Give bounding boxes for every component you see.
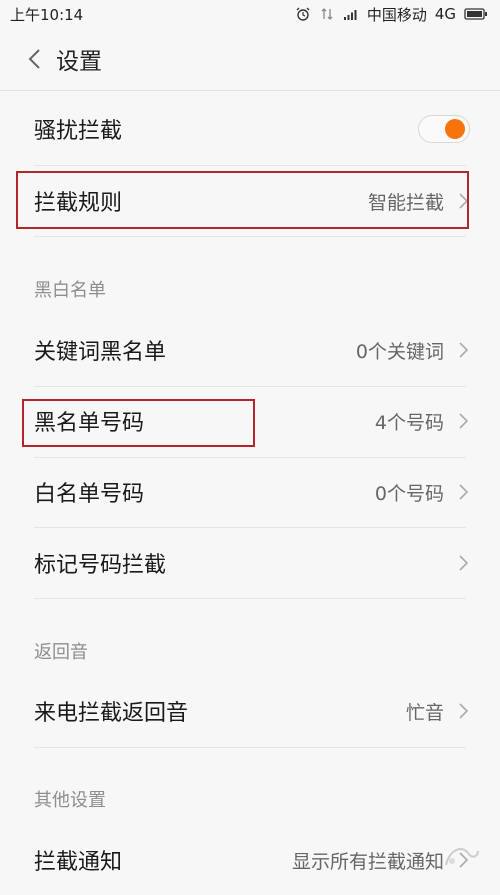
- toggle-knob: [445, 119, 465, 139]
- keyword-blacklist-value: 0个关键词: [355, 340, 444, 363]
- marked-numbers-row[interactable]: 标记号码拦截: [0, 528, 500, 598]
- signal-icon: [343, 7, 359, 21]
- block-notify-label: 拦截通知: [34, 850, 123, 875]
- data-transfer-icon: [319, 7, 335, 21]
- harass-block-label: 骚扰拦截: [34, 119, 123, 144]
- busy-tone-row[interactable]: 来电拦截返回音 忙音: [0, 676, 500, 746]
- whitelist-numbers-row[interactable]: 白名单号码 0个号码: [0, 457, 500, 527]
- block-rules-label: 拦截规则: [34, 191, 123, 216]
- chevron-right-icon: [458, 701, 470, 721]
- chevron-right-icon: [458, 340, 470, 360]
- harass-block-row[interactable]: 骚扰拦截: [0, 94, 500, 164]
- back-arrow-icon[interactable]: [12, 37, 56, 81]
- block-rules-value: 智能拦截: [367, 191, 444, 214]
- chevron-right-icon: [458, 482, 470, 502]
- keyword-blacklist-row[interactable]: 关键词黑名单 0个关键词: [0, 315, 500, 385]
- busy-tone-label: 来电拦截返回音: [34, 701, 189, 726]
- alarm-icon: [295, 7, 311, 21]
- chevron-right-icon: [458, 191, 470, 211]
- chevron-right-icon: [458, 553, 470, 573]
- busy-tone-value: 忙音: [405, 701, 444, 724]
- keyword-blacklist-label: 关键词黑名单: [34, 340, 167, 365]
- whitelist-numbers-value: 0个号码: [374, 482, 444, 505]
- watermark-logo-icon: [442, 841, 482, 871]
- blacklist-numbers-row[interactable]: 黑名单号码 4个号码: [0, 386, 500, 456]
- section-header-other: 其他设置: [34, 790, 106, 811]
- block-notify-row[interactable]: 拦截通知 显示所有拦截通知: [0, 825, 500, 895]
- divider: [34, 747, 466, 748]
- carrier-name: 中国移动: [366, 5, 427, 24]
- marked-numbers-label: 标记号码拦截: [34, 553, 167, 578]
- battery-icon: [464, 7, 488, 21]
- block-rules-row[interactable]: 拦截规则 智能拦截: [0, 166, 500, 236]
- divider: [34, 598, 466, 599]
- blacklist-numbers-value: 4个号码: [374, 411, 444, 434]
- divider: [34, 236, 466, 237]
- whitelist-numbers-label: 白名单号码: [34, 482, 145, 507]
- status-time: 上午10:14: [10, 5, 84, 24]
- page-title: 设置: [56, 49, 102, 75]
- block-notify-value: 显示所有拦截通知: [291, 850, 444, 873]
- network-type: 4G: [434, 5, 456, 23]
- status-bar: 上午10:14 中国移动 4G: [0, 0, 500, 28]
- blacklist-numbers-label: 黑名单号码: [34, 411, 145, 436]
- section-header-return-tone: 返回音: [34, 642, 88, 663]
- chevron-right-icon: [458, 411, 470, 431]
- header-bar: 设置: [0, 28, 500, 91]
- section-header-blackwhite: 黑白名单: [34, 280, 106, 301]
- harass-block-toggle[interactable]: [418, 115, 470, 143]
